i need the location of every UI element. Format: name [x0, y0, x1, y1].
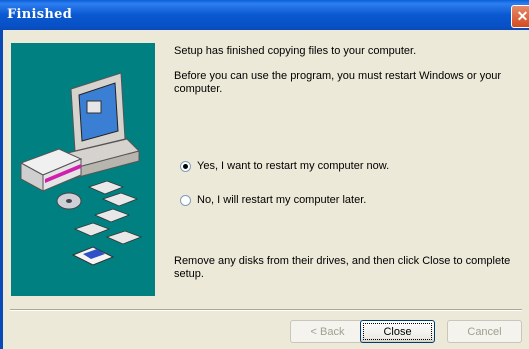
floppy-disk-icon: [73, 180, 143, 245]
close-icon[interactable]: ✕: [511, 5, 529, 28]
restart-now-option[interactable]: Yes, I want to restart my computer now.: [180, 160, 389, 172]
copied-message: Setup has finished copying files to your…: [174, 45, 417, 57]
window-title: Finished: [7, 7, 73, 22]
cd-icon: [56, 192, 82, 210]
restart-now-label: Yes, I want to restart my computer now.: [197, 160, 390, 172]
restart-later-label: No, I will restart my computer later.: [197, 194, 367, 206]
title-bar[interactable]: Finished ✕: [0, 0, 529, 30]
cancel-button[interactable]: Cancel: [447, 320, 522, 343]
button-divider: [10, 309, 522, 311]
restart-now-radio[interactable]: [180, 160, 191, 172]
drive-icon: [19, 148, 83, 192]
restart-message-line1: Before you can use the program, you must…: [174, 70, 502, 82]
setup-illustration: [11, 43, 155, 296]
back-button[interactable]: < Back: [290, 320, 365, 343]
installer-icon: [71, 246, 115, 266]
restart-later-option[interactable]: No, I will restart my computer later.: [180, 194, 366, 206]
restart-later-radio[interactable]: [180, 194, 191, 206]
restart-message-line2: computer.: [174, 83, 223, 95]
close-button[interactable]: Close: [360, 320, 435, 343]
remove-disks-message: Remove any disks from their drives, and …: [174, 255, 511, 280]
close-button-label: Close: [383, 325, 412, 338]
